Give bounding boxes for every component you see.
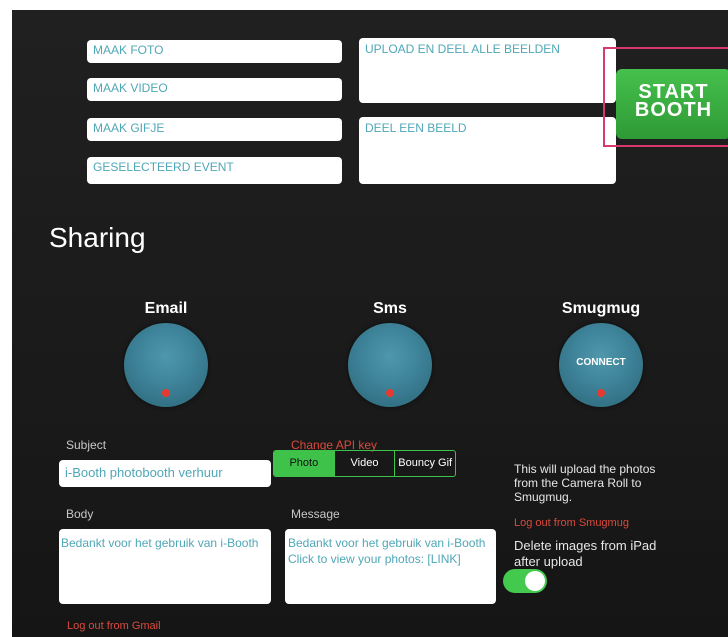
message-textarea[interactable]: Bedankt voor het gebruik van i-Booth Cli… [285, 529, 496, 604]
smugmug-connect-label: CONNECT [576, 357, 626, 368]
smugmug-status-dot [597, 389, 605, 397]
body-label: Body [66, 507, 94, 521]
start-booth-button[interactable]: START BOOTH [616, 69, 728, 139]
upload-deel-field[interactable]: UPLOAD EN DEEL ALLE BEELDEN [359, 38, 616, 103]
gmail-logout-link[interactable]: Log out from Gmail [67, 620, 161, 632]
media-type-segmented-control[interactable]: Photo Video Bouncy Gif [273, 450, 456, 477]
message-line-1: Bedankt voor het gebruik van i-Booth [288, 536, 486, 550]
delete-images-toggle[interactable] [503, 569, 547, 593]
sms-status-dot [386, 389, 394, 397]
sms-service-label: Sms [373, 300, 407, 317]
geselecteerd-event-field[interactable]: GESELECTEERD EVENT [87, 157, 342, 184]
body-textarea[interactable]: Bedankt voor het gebruik van i-Booth [59, 529, 271, 604]
sms-toggle-knob[interactable] [348, 323, 432, 407]
toggle-thumb [525, 571, 545, 591]
message-line-2: Click to view your photos: [LINK] [288, 552, 461, 566]
app-frame: MAAK FOTO MAAK VIDEO MAAK GIFJE GESELECT… [0, 0, 728, 637]
email-status-dot [162, 389, 170, 397]
smugmug-connect-knob[interactable]: CONNECT [559, 323, 643, 407]
email-toggle-knob[interactable] [124, 323, 208, 407]
smugmug-info-text: This will upload the photos from the Cam… [514, 462, 656, 504]
start-booth-line2: BOOTH [634, 99, 713, 121]
sharing-heading: Sharing [49, 222, 146, 253]
maak-gifje-field[interactable]: MAAK GIFJE [87, 118, 342, 141]
maak-foto-field[interactable]: MAAK FOTO [87, 40, 342, 63]
tab-video[interactable]: Video [333, 451, 395, 476]
deel-beeld-field[interactable]: DEEL EEN BEELD [359, 117, 616, 184]
maak-video-field[interactable]: MAAK VIDEO [87, 78, 342, 101]
smugmug-service-label: Smugmug [561, 300, 641, 317]
smugmug-logout-link[interactable]: Log out from Smugmug [514, 517, 629, 529]
message-label: Message [291, 507, 340, 521]
tab-photo[interactable]: Photo [274, 451, 334, 476]
subject-label: Subject [66, 438, 107, 452]
delete-images-label: Delete images from iPad after upload [514, 538, 657, 569]
subject-input[interactable]: i-Booth photobooth verhuur [59, 460, 271, 487]
tab-bouncy-gif[interactable]: Bouncy Gif [394, 451, 455, 476]
email-service-label: Email [144, 300, 188, 317]
